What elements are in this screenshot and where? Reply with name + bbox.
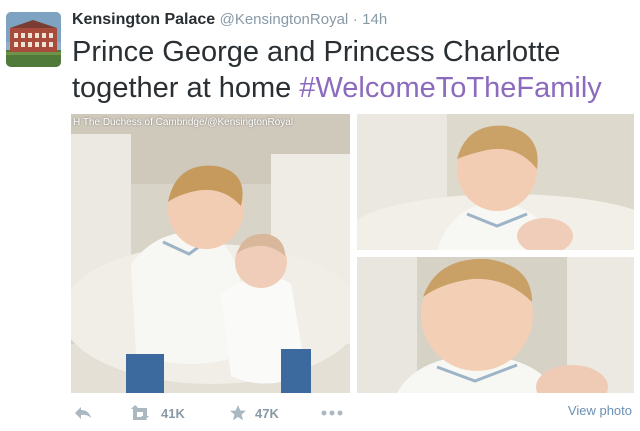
photo-credit: H The Duchess of Cambridge/@KensingtonRo…	[73, 117, 294, 128]
media-grid: H The Duchess of Cambridge/@KensingtonRo…	[71, 114, 634, 393]
photo-main[interactable]: H The Duchess of Cambridge/@KensingtonRo…	[71, 114, 350, 393]
tweet-header: Kensington Palace @KensingtonRoyal · 14h	[72, 11, 387, 29]
author-handle[interactable]: @KensingtonRoyal	[220, 11, 349, 28]
favorite-button[interactable]: 47K	[229, 400, 279, 426]
tweet-text: Prince George and Princess Charlotte tog…	[72, 34, 632, 106]
photo-bottom-right[interactable]	[357, 257, 634, 393]
retweet-count: 41K	[161, 405, 185, 421]
retweet-button[interactable]: 41K	[129, 400, 185, 426]
tweet-timestamp[interactable]: 14h	[362, 11, 387, 28]
star-icon	[229, 404, 247, 422]
photo-top-right[interactable]	[357, 114, 634, 250]
retweet-icon	[129, 405, 153, 421]
favorite-count: 47K	[255, 405, 279, 421]
reply-icon	[73, 405, 93, 421]
more-dots-icon	[321, 410, 343, 416]
header-separator: ·	[352, 11, 358, 28]
tweet: Kensington Palace @KensingtonRoyal · 14h…	[0, 0, 640, 431]
reply-button[interactable]	[73, 400, 93, 426]
author-name[interactable]: Kensington Palace	[72, 11, 215, 28]
tweet-actions: 41K 47K View photo	[71, 400, 634, 426]
avatar[interactable]	[6, 12, 61, 67]
more-button[interactable]	[321, 400, 343, 426]
view-photo-link[interactable]: View photo	[568, 403, 632, 418]
hashtag-link[interactable]: #WelcomeToTheFamily	[299, 72, 601, 104]
